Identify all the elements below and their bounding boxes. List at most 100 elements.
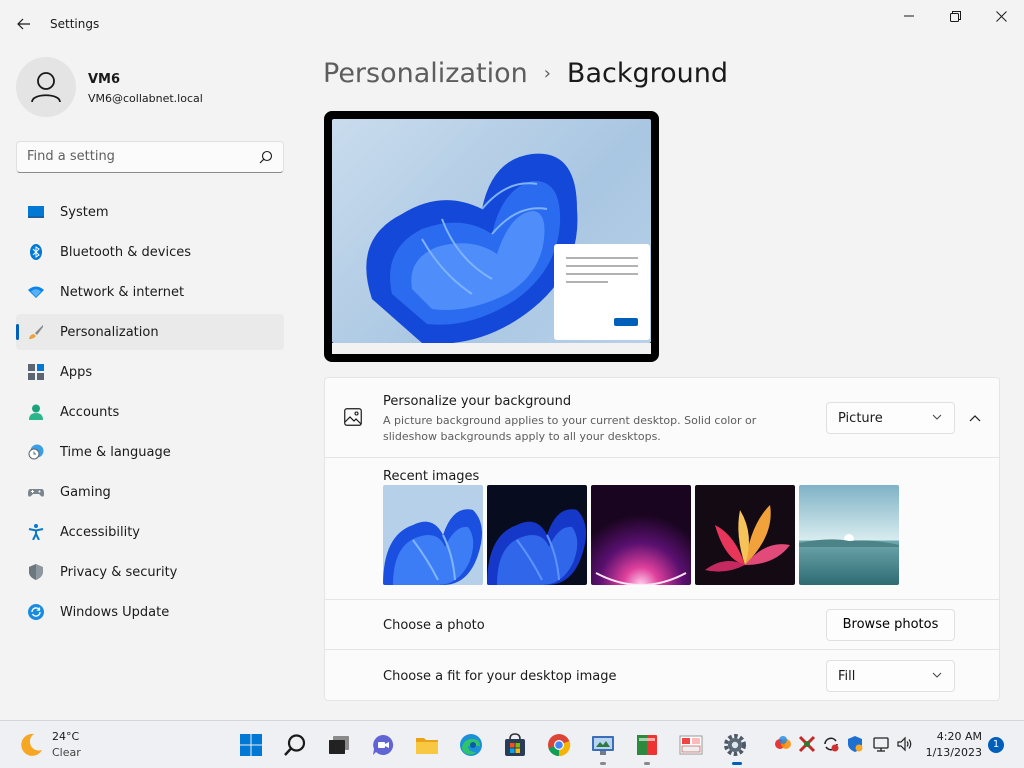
clock-time[interactable]: 4:20 AM [934,730,982,743]
recent-image-3[interactable] [591,485,691,585]
bloom-dark-image [487,485,587,585]
minimize-button[interactable] [886,0,932,32]
app-icon[interactable] [635,733,659,757]
task-view-icon[interactable] [327,733,351,757]
sidebar-item-system[interactable]: System [16,194,284,230]
user-email: VM6@collabnet.local [88,92,203,105]
store-icon[interactable] [503,733,527,757]
choose-photo-row: Choose a photo Browse photos [325,599,999,649]
tray-sync-icon[interactable] [822,735,840,753]
sidebar-item-bluetooth[interactable]: Bluetooth & devices [16,234,284,270]
accounts-icon [29,404,43,420]
clock-date[interactable]: 1/13/2023 [922,746,982,759]
recent-image-5[interactable] [799,485,899,585]
maximize-icon [949,10,961,22]
tray-app-icon[interactable] [774,735,792,753]
fit-dropdown[interactable]: Fill [826,660,955,692]
clock-globe-icon [28,444,44,460]
paint-icon[interactable] [679,733,703,757]
tray-security-icon[interactable] [798,735,816,753]
running-indicator [644,762,650,765]
sidebar-item-time-language[interactable]: Time & language [16,434,284,470]
accessibility-icon [28,524,44,540]
sidebar-item-gaming[interactable]: Gaming [16,474,284,510]
recent-image-4[interactable] [695,485,795,585]
search-input[interactable] [27,149,247,164]
sidebar-item-accounts[interactable]: Accounts [16,394,284,430]
preview-window [554,244,650,340]
chrome-icon[interactable] [547,733,571,757]
sidebar-item-label: Time & language [60,445,171,460]
sidebar-item-personalization[interactable]: Personalization [16,314,284,350]
sidebar-item-accessibility[interactable]: Accessibility [16,514,284,550]
sidebar-item-label: System [60,205,109,220]
personalize-background-row[interactable]: Personalize your background A picture ba… [325,378,999,458]
chevron-down-icon [932,414,942,420]
active-indicator [732,762,742,765]
close-button[interactable] [978,0,1024,32]
running-indicator [600,762,606,765]
chat-icon[interactable] [371,733,395,757]
sidebar-item-label: Network & internet [60,285,185,300]
avatar[interactable] [16,57,76,117]
settings-gear-icon[interactable] [723,733,747,757]
breadcrumb: Personalization › Background [323,58,728,89]
background-type-value: Picture [838,411,883,426]
user-name: VM6 [88,72,121,87]
volume-icon[interactable] [896,735,914,753]
apps-icon [28,364,44,380]
back-arrow-icon [17,18,30,30]
minimize-icon [904,15,914,17]
sidebar-item-label: Privacy & security [60,565,178,580]
search-icon[interactable] [283,733,307,757]
sidebar-item-label: Gaming [60,485,111,500]
background-type-dropdown[interactable]: Picture [826,402,955,434]
title-bar: Settings [0,0,1024,48]
remote-desktop-icon[interactable] [591,733,615,757]
desktop-preview [324,111,659,362]
collapse-button[interactable] [961,408,989,428]
recent-image-2[interactable] [487,485,587,585]
recent-image-1[interactable] [383,485,483,585]
sidebar-item-apps[interactable]: Apps [16,354,284,390]
maximize-button[interactable] [932,0,978,32]
bloom-light-image [383,485,483,585]
search-box[interactable] [16,141,284,173]
sidebar-item-network[interactable]: Network & internet [16,274,284,310]
personalize-background-description: A picture background applies to your cur… [383,414,757,443]
chevron-down-icon [932,672,942,678]
preview-wallpaper [332,119,651,343]
back-button[interactable] [10,12,38,36]
network-icon[interactable] [872,735,890,753]
sidebar-item-label: Windows Update [60,605,170,620]
notification-badge[interactable]: 1 [988,737,1004,753]
file-explorer-icon[interactable] [415,733,439,757]
personalize-background-title: Personalize your background [383,394,572,409]
choose-fit-label: Choose a fit for your desktop image [383,669,617,684]
bluetooth-icon [30,244,42,260]
taskbar: 24°C Clear 4:20 AM 1/13/2023 1 [0,720,1024,768]
breadcrumb-separator: › [543,63,551,84]
brush-icon [29,325,43,339]
sidebar-item-label: Accessibility [60,525,140,540]
tray-defender-icon[interactable] [846,735,864,753]
choose-fit-row: Choose a fit for your desktop image Fill [325,649,999,700]
start-icon[interactable] [239,733,263,757]
breadcrumb-parent[interactable]: Personalization [323,58,528,89]
system-icon [28,206,44,218]
lake-image [799,485,899,585]
fit-value: Fill [838,669,856,684]
recent-images-label: Recent images [383,469,480,484]
sidebar-item-label: Personalization [60,325,159,340]
wifi-icon [28,286,44,298]
edge-icon[interactable] [459,733,483,757]
background-settings-card: Personalize your background A picture ba… [324,377,1000,701]
weather-temperature: 24°C [52,730,80,743]
moon-icon [21,733,42,756]
recent-images-list [383,485,903,585]
browse-photos-button[interactable]: Browse photos [826,609,955,641]
chevron-up-icon [969,415,981,422]
glow-purple-image [591,485,691,585]
sidebar-item-privacy[interactable]: Privacy & security [16,554,284,590]
sidebar-item-windows-update[interactable]: Windows Update [16,594,284,630]
